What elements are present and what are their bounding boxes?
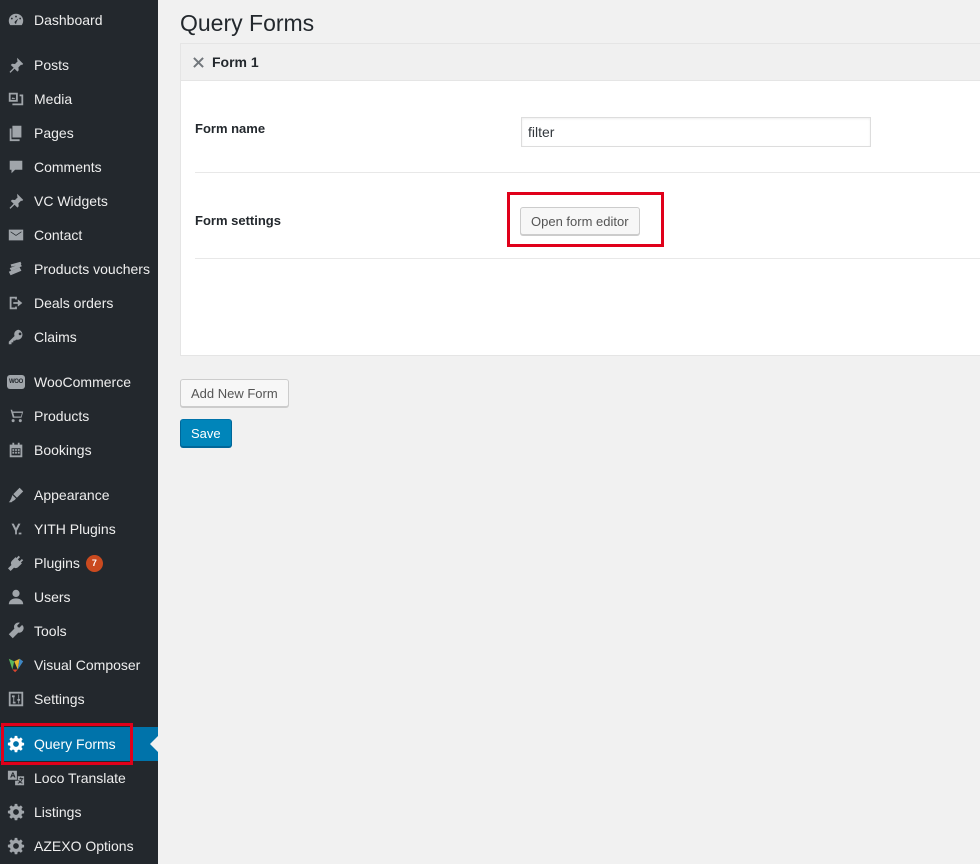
sidebar-item-label: Posts	[34, 57, 70, 73]
woo-logo-text: WOO	[7, 375, 25, 389]
sidebar-item-claims[interactable]: Claims	[0, 320, 158, 354]
sidebar-item-vc-widgets[interactable]: VC Widgets	[0, 184, 158, 218]
sidebar-item-label: Appearance	[34, 487, 110, 503]
sidebar-item-comments[interactable]: Comments	[0, 150, 158, 184]
sidebar-item-label: Listings	[34, 804, 82, 820]
sidebar-item-label: Settings	[34, 691, 85, 707]
sidebar-item-media[interactable]: Media	[0, 82, 158, 116]
sidebar-item-query-forms[interactable]: Query Forms	[0, 727, 158, 761]
sidebar-item-loco-translate[interactable]: Loco Translate	[0, 761, 158, 795]
sidebar-item-label: Users	[34, 589, 71, 605]
sidebar-item-label: Tools	[34, 623, 67, 639]
row-divider	[195, 172, 980, 173]
user-icon	[6, 587, 26, 607]
sidebar-item-label: YITH Plugins	[34, 521, 116, 537]
sidebar-item-label: Query Forms	[34, 736, 116, 752]
sidebar-item-label: Loco Translate	[34, 770, 126, 786]
sidebar-item-listings[interactable]: Listings	[0, 795, 158, 829]
sidebar-item-label: AZEXO Options	[34, 838, 134, 854]
sidebar-item-bookings[interactable]: Bookings	[0, 433, 158, 467]
exit-icon	[6, 293, 26, 313]
key-icon	[6, 327, 26, 347]
form-settings-label: Form settings	[195, 213, 281, 228]
sidebar-item-dashboard[interactable]: Dashboard	[0, 3, 158, 37]
pushpin-icon	[6, 191, 26, 211]
visual-composer-icon	[6, 655, 26, 675]
sidebar-item-yith-plugins[interactable]: YITH Plugins	[0, 512, 158, 546]
sidebar-item-settings[interactable]: Settings	[0, 682, 158, 716]
gear-icon	[6, 836, 26, 856]
form-card-header: Form 1	[181, 44, 980, 81]
calendar-icon	[6, 440, 26, 460]
gear-icon	[6, 802, 26, 822]
form-name-input[interactable]	[521, 117, 871, 147]
comment-icon	[6, 157, 26, 177]
sidebar-item-users[interactable]: Users	[0, 580, 158, 614]
plug-icon	[6, 553, 26, 573]
sidebar-item-visual-composer[interactable]: Visual Composer	[0, 648, 158, 682]
sidebar-item-label: Pages	[34, 125, 74, 141]
settings-sliders-icon	[6, 689, 26, 709]
sidebar-item-label: Products vouchers	[34, 261, 150, 277]
sidebar-item-label: Deals orders	[34, 295, 114, 311]
gear-icon	[6, 734, 26, 754]
sidebar-item-label: Products	[34, 408, 90, 424]
sidebar-item-label: Visual Composer	[34, 657, 141, 673]
envelope-icon	[6, 225, 26, 245]
sidebar-item-label: VC Widgets	[34, 193, 108, 209]
brush-icon	[6, 485, 26, 505]
sidebar-item-contact[interactable]: Contact	[0, 218, 158, 252]
translate-icon	[6, 768, 26, 788]
sidebar-item-posts[interactable]: Posts	[0, 48, 158, 82]
admin-sidebar: Dashboard Posts Media Pages Comments VC …	[0, 0, 158, 864]
sidebar-item-label: Comments	[34, 159, 102, 175]
pages-icon	[6, 123, 26, 143]
yith-icon	[6, 519, 26, 539]
sidebar-item-label: Plugins	[34, 555, 80, 571]
sidebar-item-label: Contact	[34, 227, 83, 243]
form-card-title: Form 1	[212, 54, 259, 70]
dashboard-icon	[6, 10, 26, 30]
sidebar-item-label: Bookings	[34, 442, 92, 458]
sidebar-item-products[interactable]: Products	[0, 399, 158, 433]
sidebar-item-deals-orders[interactable]: Deals orders	[0, 286, 158, 320]
form-card: Form 1 Form name Form settings Open form…	[180, 43, 980, 356]
sidebar-item-tools[interactable]: Tools	[0, 614, 158, 648]
open-form-editor-button[interactable]: Open form editor	[520, 207, 640, 235]
sidebar-item-plugins[interactable]: Plugins 7	[0, 546, 158, 580]
sidebar-item-products-vouchers[interactable]: Products vouchers	[0, 252, 158, 286]
row-divider	[195, 258, 980, 259]
page-title: Query Forms	[180, 10, 315, 36]
sidebar-item-pages[interactable]: Pages	[0, 116, 158, 150]
woo-icon: WOO	[6, 372, 26, 392]
sidebar-item-label: Claims	[34, 329, 77, 345]
save-button[interactable]: Save	[180, 419, 232, 447]
add-new-form-button[interactable]: Add New Form	[180, 379, 289, 407]
tickets-icon	[6, 259, 26, 279]
sidebar-item-label: Media	[34, 91, 73, 107]
sidebar-item-woocommerce[interactable]: WOO WooCommerce	[0, 365, 158, 399]
wrench-icon	[6, 621, 26, 641]
sidebar-item-azexo-options[interactable]: AZEXO Options	[0, 829, 158, 863]
pushpin-icon	[6, 55, 26, 75]
sidebar-item-appearance[interactable]: Appearance	[0, 478, 158, 512]
form-name-label: Form name	[195, 121, 266, 136]
close-icon[interactable]	[191, 55, 205, 69]
sidebar-item-label: WooCommerce	[34, 374, 131, 390]
plugins-update-badge: 7	[85, 554, 103, 572]
sidebar-item-label: Dashboard	[34, 12, 103, 28]
cart-icon	[6, 406, 26, 426]
media-icon	[6, 89, 26, 109]
